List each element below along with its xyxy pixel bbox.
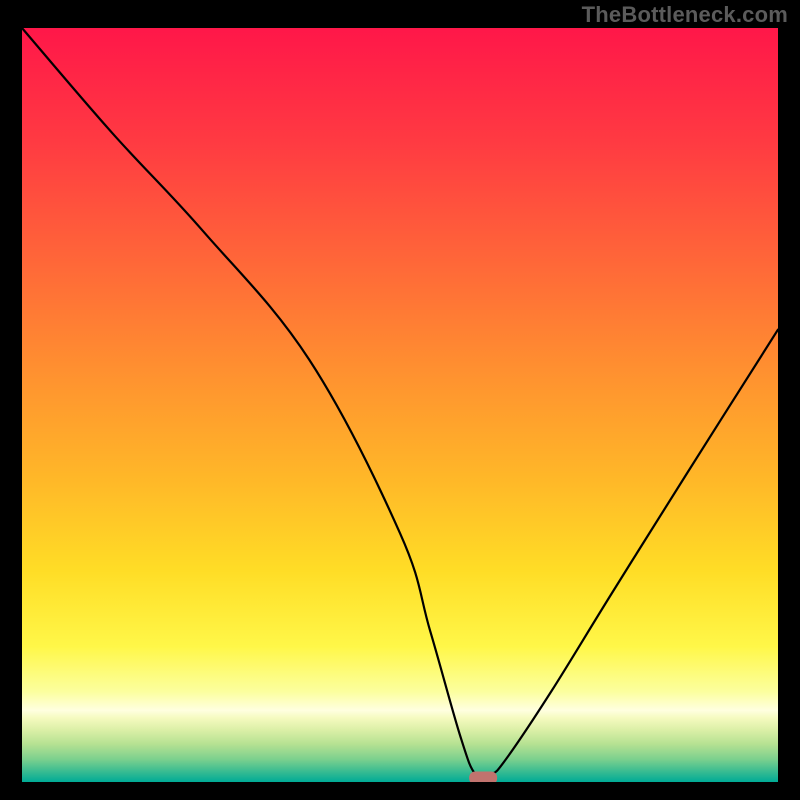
plot-area <box>22 28 778 782</box>
watermark-text: TheBottleneck.com <box>582 2 788 28</box>
optimum-marker <box>469 771 497 782</box>
gradient-background <box>22 28 778 782</box>
chart-frame: TheBottleneck.com <box>0 0 800 800</box>
chart-svg <box>22 28 778 782</box>
